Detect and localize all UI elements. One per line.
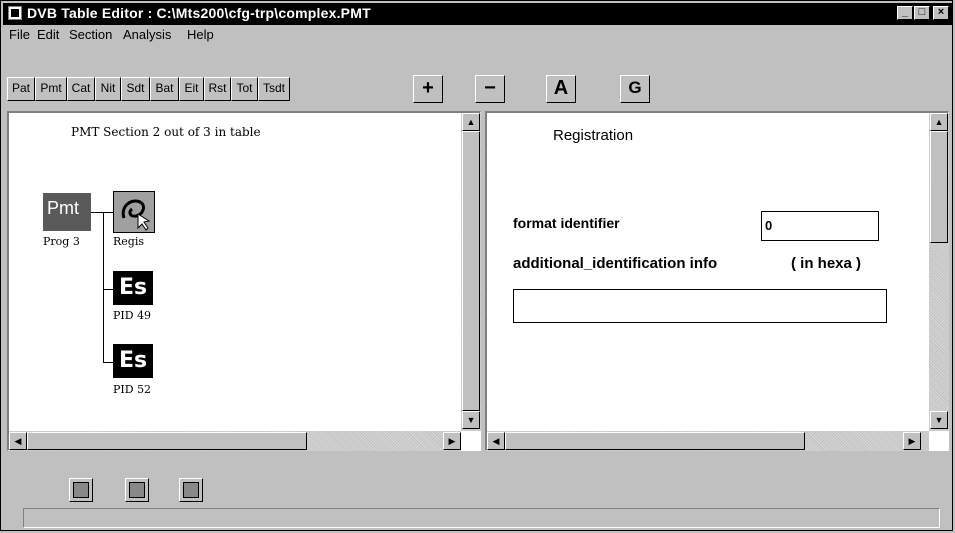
hexa-hint: ( in hexa ) bbox=[791, 255, 862, 272]
tab-eit[interactable]: Eit bbox=[179, 77, 204, 101]
detail-pane: Registration format identifier 0 additio… bbox=[485, 111, 949, 451]
pmt-node[interactable]: Pmt bbox=[43, 193, 91, 231]
menu-edit[interactable]: Edit bbox=[37, 27, 59, 42]
es-node-label: Es bbox=[118, 348, 148, 373]
status-bar bbox=[23, 508, 940, 528]
toolbar: Pat Pmt Cat Nit Sdt Bat Eit Rst Tot Tsdt… bbox=[3, 45, 952, 103]
scroll-down-icon[interactable]: ▼ bbox=[930, 411, 948, 429]
scroll-thumb[interactable] bbox=[930, 131, 948, 243]
format-identifier-label: format identifier bbox=[513, 215, 620, 231]
minimize-icon: _ bbox=[901, 6, 909, 18]
registration-node[interactable] bbox=[113, 191, 155, 233]
menu-bar: File Edit Section Analysis Help bbox=[3, 25, 952, 45]
remove-button[interactable]: − bbox=[475, 75, 505, 103]
tree-vertical-scrollbar[interactable]: ▲ ▼ bbox=[461, 113, 481, 431]
menu-section[interactable]: Section bbox=[69, 27, 112, 42]
scroll-right-icon[interactable]: ▶ bbox=[903, 432, 921, 450]
prog-label: Prog 3 bbox=[43, 235, 80, 248]
add-button[interactable]: + bbox=[413, 75, 443, 103]
previous-section-icon bbox=[73, 482, 89, 498]
a-label: A bbox=[553, 77, 569, 99]
next-section-icon bbox=[183, 482, 199, 498]
section-info-button[interactable] bbox=[125, 478, 149, 502]
scroll-right-icon[interactable]: ▶ bbox=[443, 432, 461, 450]
plus-icon: + bbox=[422, 77, 434, 99]
close-button[interactable]: × bbox=[933, 6, 949, 20]
additional-identification-input[interactable] bbox=[513, 289, 887, 323]
tab-pmt[interactable]: Pmt bbox=[35, 77, 67, 101]
registration-icon bbox=[121, 199, 151, 231]
close-icon: × bbox=[937, 6, 945, 18]
detail-horizontal-scrollbar[interactable]: ◀ ▶ bbox=[487, 431, 929, 451]
additional-identification-label: additional_identification info bbox=[513, 255, 718, 272]
maximize-button[interactable]: □ bbox=[914, 6, 930, 20]
tab-rst[interactable]: Rst bbox=[204, 77, 231, 101]
scroll-up-icon[interactable]: ▲ bbox=[930, 113, 948, 131]
scroll-thumb[interactable] bbox=[505, 432, 805, 450]
window-title: DVB Table Editor : C:\Mts200\cfg-trp\com… bbox=[27, 5, 371, 21]
scroll-up-icon[interactable]: ▲ bbox=[462, 113, 480, 131]
detail-heading: Registration bbox=[553, 127, 634, 144]
tab-bat[interactable]: Bat bbox=[150, 77, 179, 101]
connector-line bbox=[103, 212, 104, 362]
title-bar: DVB Table Editor : C:\Mts200\cfg-trp\com… bbox=[3, 3, 952, 25]
section-header: PMT Section 2 out of 3 in table bbox=[71, 125, 261, 139]
minus-icon: − bbox=[484, 77, 496, 99]
tab-tsdt[interactable]: Tsdt bbox=[258, 77, 290, 101]
maximize-icon: □ bbox=[918, 6, 926, 18]
es-node-label: Es bbox=[118, 275, 148, 300]
scroll-left-icon[interactable]: ◀ bbox=[9, 432, 27, 450]
connector-line bbox=[103, 362, 113, 363]
previous-section-button[interactable] bbox=[69, 478, 93, 502]
menu-help[interactable]: Help bbox=[187, 27, 214, 42]
registration-label: Regis bbox=[113, 235, 144, 248]
app-window: DVB Table Editor : C:\Mts200\cfg-trp\com… bbox=[0, 0, 953, 531]
menu-file[interactable]: File bbox=[9, 27, 30, 42]
g-button[interactable]: G bbox=[620, 75, 650, 103]
scroll-down-icon[interactable]: ▼ bbox=[462, 411, 480, 429]
tab-tot[interactable]: Tot bbox=[231, 77, 258, 101]
minimize-button[interactable]: _ bbox=[897, 6, 913, 20]
detail-vertical-scrollbar[interactable]: ▲ ▼ bbox=[929, 113, 949, 431]
pid-49-label: PID 49 bbox=[113, 309, 152, 322]
tree-horizontal-scrollbar[interactable]: ◀ ▶ bbox=[9, 431, 461, 451]
connector-line bbox=[103, 289, 113, 290]
scroll-thumb[interactable] bbox=[27, 432, 307, 450]
tree-pane: PMT Section 2 out of 3 in table Pmt Prog… bbox=[7, 111, 481, 451]
scroll-left-icon[interactable]: ◀ bbox=[487, 432, 505, 450]
tab-pat[interactable]: Pat bbox=[7, 77, 35, 101]
es-node-pid49[interactable]: Es bbox=[113, 271, 153, 305]
section-info-icon bbox=[129, 482, 145, 498]
pmt-node-label: Pmt bbox=[47, 198, 80, 218]
format-identifier-input[interactable]: 0 bbox=[761, 211, 879, 241]
tab-cat[interactable]: Cat bbox=[67, 77, 95, 101]
a-button[interactable]: A bbox=[546, 75, 576, 103]
next-section-button[interactable] bbox=[179, 478, 203, 502]
tab-nit[interactable]: Nit bbox=[95, 77, 121, 101]
tab-sdt[interactable]: Sdt bbox=[121, 77, 150, 101]
menu-analysis[interactable]: Analysis bbox=[123, 27, 171, 42]
scroll-thumb[interactable] bbox=[462, 131, 480, 411]
pid-52-label: PID 52 bbox=[113, 383, 152, 396]
g-label: G bbox=[628, 78, 642, 97]
connector-line bbox=[91, 212, 113, 213]
es-node-pid52[interactable]: Es bbox=[113, 344, 153, 378]
app-icon[interactable] bbox=[8, 6, 22, 20]
